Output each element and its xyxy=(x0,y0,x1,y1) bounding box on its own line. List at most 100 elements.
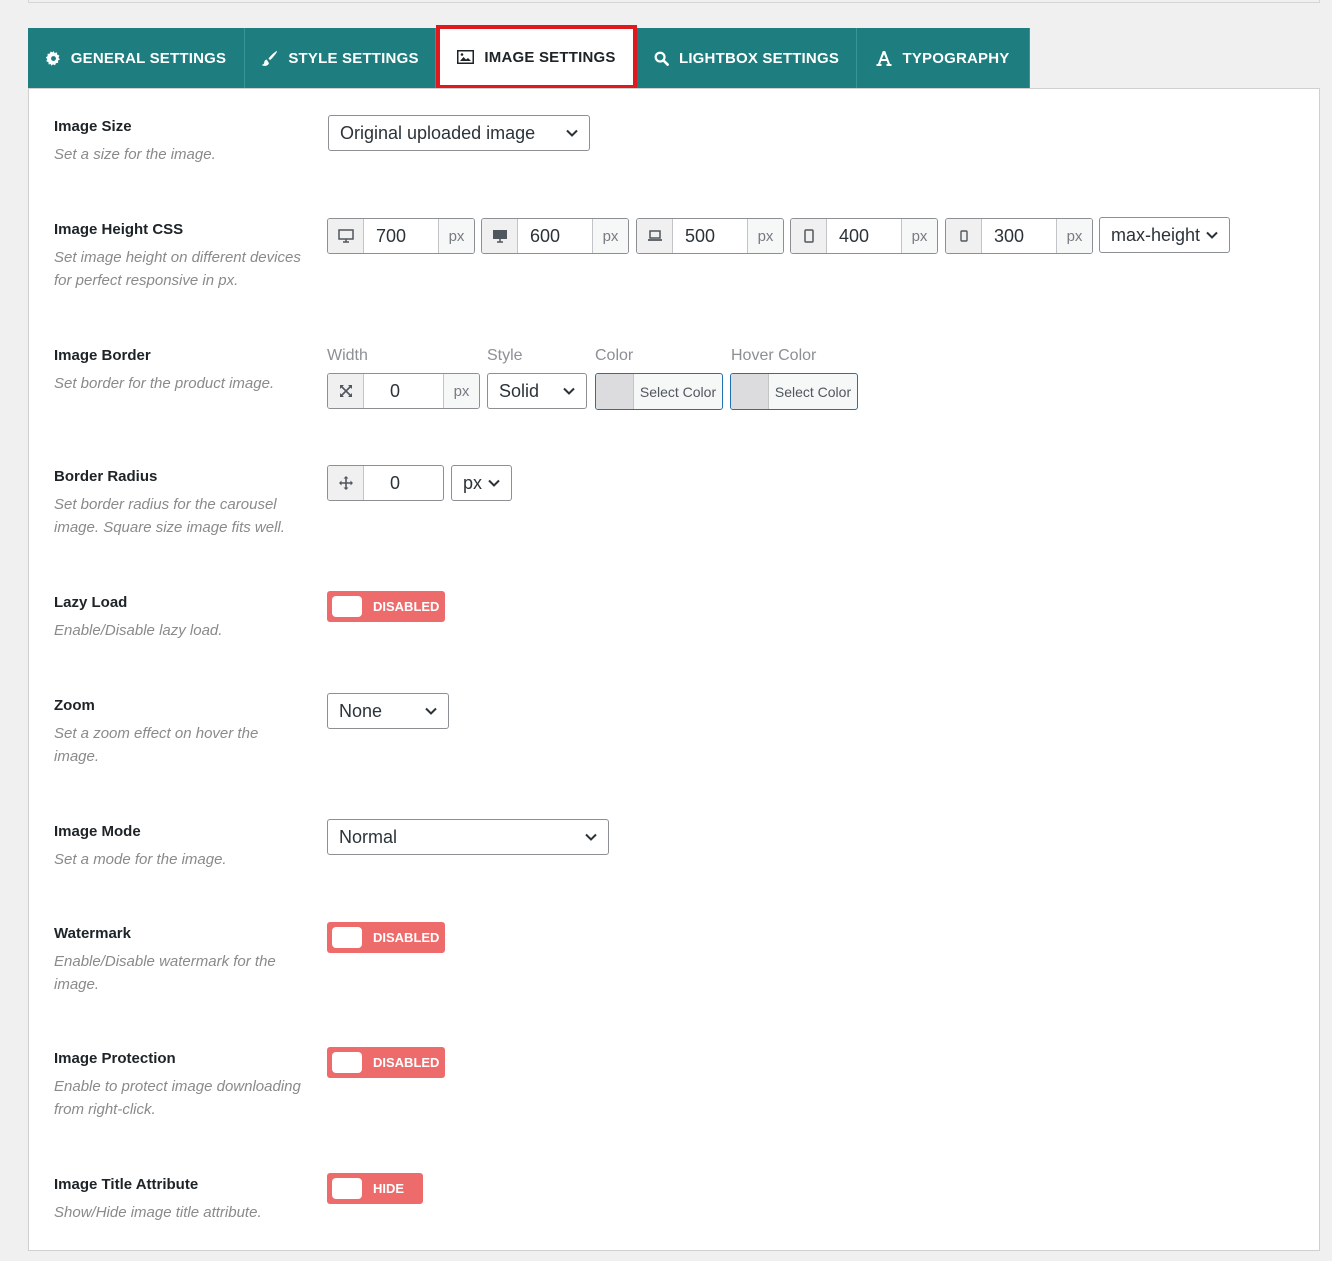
gear-icon xyxy=(45,51,61,66)
setting-label: Image Title Attribute xyxy=(54,1176,199,1193)
tab-image-settings[interactable]: IMAGE SETTINGS xyxy=(436,25,637,89)
setting-description: Enable/Disable watermark for the image. xyxy=(54,953,276,993)
setting-label: Image Protection xyxy=(54,1050,176,1067)
setting-description: Set border radius for the carousel image… xyxy=(54,496,285,536)
setting-description: Enable to protect image downloading from… xyxy=(54,1078,301,1118)
border-color-picker[interactable]: Select Color xyxy=(595,373,723,410)
border-hover-color-picker[interactable]: Select Color xyxy=(730,373,858,410)
title-attribute-toggle[interactable]: HIDE xyxy=(327,1173,423,1204)
border-width-label: Width xyxy=(327,347,368,364)
tab-general-settings[interactable]: GENERAL SETTINGS xyxy=(28,28,245,89)
color-swatch xyxy=(731,374,769,409)
unit-label: px xyxy=(1056,219,1092,253)
height-monitor-input[interactable]: 600 px xyxy=(481,218,629,254)
chevron-down-icon xyxy=(425,707,437,715)
setting-image-size: Image Size Set a size for the image. xyxy=(54,118,304,166)
input-value: 0 xyxy=(390,380,401,401)
border-radius-input[interactable]: 0 xyxy=(327,465,444,501)
mobile-icon xyxy=(946,219,982,253)
laptop-icon xyxy=(637,219,673,253)
height-mobile-input[interactable]: 300 px xyxy=(945,218,1093,254)
settings-tabs: GENERAL SETTINGS STYLE SETTINGS IMAGE SE… xyxy=(28,25,1030,89)
input-value: 400 xyxy=(839,225,870,246)
height-property-select[interactable]: max-height xyxy=(1099,217,1230,253)
setting-description: Set image height on different devices fo… xyxy=(54,249,301,289)
toggle-state: DISABLED xyxy=(373,599,440,614)
chevron-down-icon xyxy=(488,479,500,487)
setting-description: Set a mode for the image. xyxy=(54,851,227,868)
border-width-input[interactable]: 0 px xyxy=(327,373,480,409)
image-size-select[interactable]: Original uploaded image xyxy=(328,115,590,151)
setting-watermark: Watermark Enable/Disable watermark for t… xyxy=(54,925,304,996)
setting-image-title-attribute: Image Title Attribute Show/Hide image ti… xyxy=(54,1176,304,1224)
setting-description: Set a zoom effect on hover the image. xyxy=(54,725,259,765)
tab-label: TYPOGRAPHY xyxy=(902,50,1010,67)
chevron-down-icon xyxy=(1206,231,1218,239)
input-value: 600 xyxy=(530,225,561,246)
setting-image-mode: Image Mode Set a mode for the image. xyxy=(54,823,304,871)
image-icon xyxy=(457,50,475,64)
toggle-knob xyxy=(332,596,362,617)
unit-label: px xyxy=(443,374,479,408)
toggle-state: DISABLED xyxy=(373,930,440,945)
select-value: Solid xyxy=(499,380,540,401)
toggle-state: HIDE xyxy=(373,1181,405,1196)
border-style-label: Style xyxy=(487,347,523,364)
setting-label: Image Border xyxy=(54,347,151,364)
zoom-select[interactable]: None xyxy=(327,693,449,729)
select-color-label: Select Color xyxy=(774,383,852,400)
unit-label: px xyxy=(747,219,783,253)
top-border xyxy=(28,0,1320,3)
lazy-load-toggle[interactable]: DISABLED xyxy=(327,591,445,622)
image-protection-toggle[interactable]: DISABLED xyxy=(327,1047,445,1078)
select-value: max-height xyxy=(1111,224,1201,245)
toggle-knob xyxy=(332,1178,362,1199)
unit-label: px xyxy=(592,219,628,253)
toggle-knob xyxy=(332,1052,362,1073)
input-value: 500 xyxy=(685,225,716,246)
setting-label: Border Radius xyxy=(54,468,158,485)
setting-description: Set border for the product image. xyxy=(54,375,275,392)
setting-zoom: Zoom Set a zoom effect on hover the imag… xyxy=(54,697,304,768)
setting-border-radius: Border Radius Set border radius for the … xyxy=(54,468,304,539)
border-style-select[interactable]: Solid xyxy=(487,373,587,409)
tab-lightbox-settings[interactable]: LIGHTBOX SETTINGS xyxy=(637,28,857,89)
toggle-knob xyxy=(332,927,362,948)
setting-image-height: Image Height CSS Set image height on dif… xyxy=(54,221,304,292)
font-icon xyxy=(876,51,892,66)
height-desktop-input[interactable]: 700 px xyxy=(327,218,475,254)
setting-image-border: Image Border Set border for the product … xyxy=(54,347,304,395)
tab-label: LIGHTBOX SETTINGS xyxy=(678,50,840,67)
height-laptop-input[interactable]: 500 px xyxy=(636,218,784,254)
setting-lazy-load: Lazy Load Enable/Disable lazy load. xyxy=(54,594,304,642)
unit-label: px xyxy=(438,219,474,253)
desktop-icon xyxy=(328,219,364,253)
move-icon xyxy=(328,466,364,500)
tab-style-settings[interactable]: STYLE SETTINGS xyxy=(245,28,436,89)
select-value: px xyxy=(463,472,483,493)
tab-label: GENERAL SETTINGS xyxy=(70,50,227,67)
search-icon xyxy=(654,51,669,66)
monitor-icon xyxy=(482,219,518,253)
select-value: None xyxy=(339,700,383,721)
setting-label: Image Size xyxy=(54,118,132,135)
select-value: Normal xyxy=(339,826,398,847)
settings-panel: Image Size Set a size for the image. Ori… xyxy=(28,88,1320,1251)
toggle-state: DISABLED xyxy=(373,1055,440,1070)
tablet-icon xyxy=(791,219,827,253)
height-tablet-input[interactable]: 400 px xyxy=(790,218,938,254)
watermark-toggle[interactable]: DISABLED xyxy=(327,922,445,953)
tab-label: IMAGE SETTINGS xyxy=(484,48,616,66)
tab-typography[interactable]: TYPOGRAPHY xyxy=(857,28,1030,89)
tab-label: STYLE SETTINGS xyxy=(288,50,419,67)
setting-description: Show/Hide image title attribute. xyxy=(54,1204,262,1221)
border-radius-unit-select[interactable]: px xyxy=(451,465,512,501)
input-value: 0 xyxy=(390,472,401,493)
color-swatch xyxy=(596,374,634,409)
select-value: Original uploaded image xyxy=(340,122,536,143)
chevron-down-icon xyxy=(563,387,575,395)
chevron-down-icon xyxy=(585,833,597,841)
border-color-label: Color xyxy=(595,347,634,364)
setting-label: Zoom xyxy=(54,697,95,714)
image-mode-select[interactable]: Normal xyxy=(327,819,609,855)
